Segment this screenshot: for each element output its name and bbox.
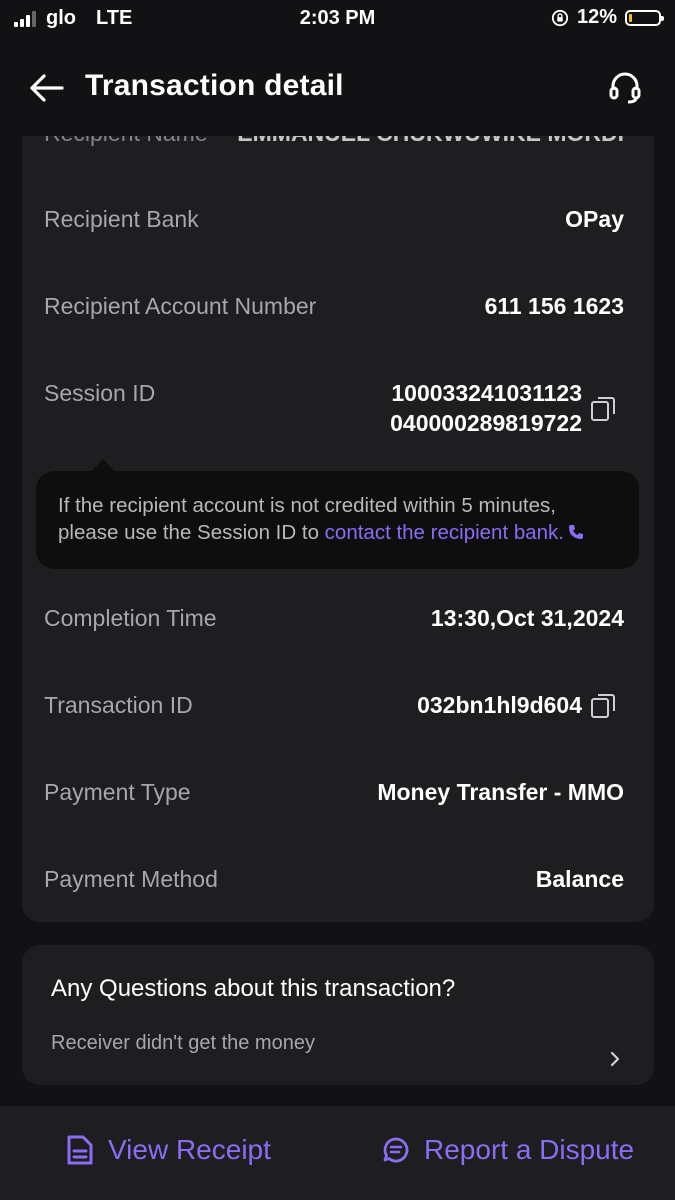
copy-icon[interactable] (590, 691, 616, 719)
view-receipt-button[interactable]: View Receipt (66, 1134, 271, 1166)
bottom-action-bar: View Receipt Report a Dispute (0, 1106, 675, 1200)
recipient-bank-label: Recipient Bank (44, 206, 199, 232)
status-right: 12% (551, 6, 664, 29)
transaction-detail-card: Recipient Name EMMANUEL CHUKWUWIKE MORDI… (22, 120, 654, 922)
app-header: Transaction detail (0, 38, 675, 136)
account-number-label: Recipient Account Number (44, 293, 317, 319)
rotation-lock-icon (551, 9, 569, 26)
phone-icon[interactable] (568, 524, 584, 540)
account-number-value: 611 156 1623 (484, 293, 624, 319)
payment-type-label: Payment Type (44, 779, 191, 805)
question-item-receiver-not-paid[interactable]: Receiver didn't get the money (51, 1032, 315, 1055)
status-bar: glo LTE 2:03 PM 12% (0, 0, 675, 38)
report-dispute-label: Report a Dispute (424, 1134, 635, 1165)
session-id-value: 100033241031123 040000289819722 (390, 378, 582, 438)
transaction-id-value: 032bn1hl9d604 (417, 692, 582, 718)
payment-type-value: Money Transfer - MMO (377, 779, 624, 805)
headset-icon[interactable] (606, 68, 644, 106)
chevron-right-icon[interactable] (606, 1049, 624, 1069)
payment-method-label: Payment Method (44, 866, 218, 892)
tooltip-text: If the recipient account is not credited… (58, 492, 628, 546)
arrow-left-icon[interactable] (26, 68, 66, 108)
completion-time-value: 13:30,Oct 31,2024 (430, 605, 624, 631)
session-id-tooltip: If the recipient account is not credited… (36, 459, 639, 569)
tooltip-line-1: If the recipient account is not credited… (58, 494, 556, 517)
transaction-id-label: Transaction ID (44, 692, 193, 718)
battery-icon (625, 9, 664, 26)
receipt-icon (67, 1135, 93, 1165)
chat-bubble-icon (383, 1137, 409, 1163)
tooltip-arrow (91, 459, 115, 472)
session-id-label: Session ID (44, 380, 156, 406)
page-title: Transaction detail (85, 69, 344, 102)
tooltip-line-2: please use the Session ID to (58, 521, 325, 544)
session-id-line-1: 100033241031123 (391, 380, 582, 406)
battery-percent: 12% (576, 6, 617, 28)
view-receipt-label: View Receipt (108, 1134, 271, 1165)
report-dispute-button[interactable]: Report a Dispute (382, 1134, 634, 1166)
session-id-line-2: 040000289819722 (390, 410, 582, 436)
recipient-bank-value: OPay (565, 206, 624, 232)
session-id-row: Session ID 100033241031123 0400002898197… (44, 380, 624, 440)
questions-card: Any Questions about this transaction? Re… (22, 945, 654, 1085)
completion-time-label: Completion Time (44, 605, 217, 631)
payment-method-value: Balance (535, 866, 624, 892)
questions-title: Any Questions about this transaction? (51, 975, 456, 1002)
contact-bank-link[interactable]: contact the recipient bank. (325, 521, 564, 544)
copy-icon[interactable] (590, 394, 616, 422)
